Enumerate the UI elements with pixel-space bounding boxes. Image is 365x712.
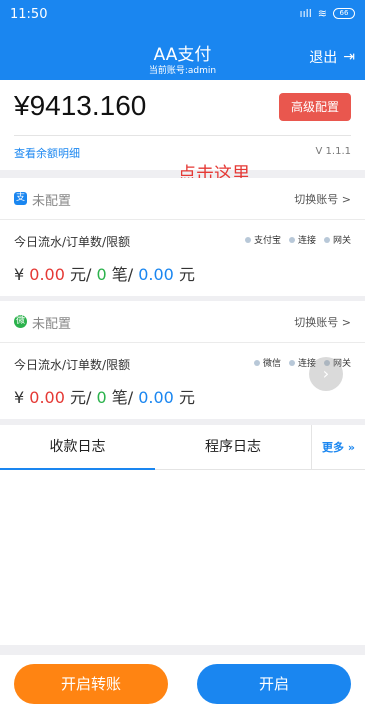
- account-card-alipay: 支 未配置 切换账号 > 今日流水/订单数/限额 支付宝 连接 网关 ¥ 0.0…: [0, 178, 365, 296]
- chip-label: 微信: [262, 359, 281, 369]
- app-header: AA支付 当前账号:admin 退出 ⇥: [0, 30, 365, 80]
- account-header-row: 支 未配置 切换账号 >: [0, 178, 365, 220]
- version-label: V 1.1.1: [315, 146, 351, 157]
- dot-icon: [288, 236, 295, 243]
- account-status: 未配置: [32, 317, 72, 332]
- chip-label: 支付宝: [253, 236, 281, 246]
- chip-label: 网关: [332, 236, 351, 246]
- currency-symbol: ¥: [14, 388, 30, 407]
- divider: [14, 135, 351, 136]
- currency-symbol: ¥: [14, 265, 30, 284]
- logout-button[interactable]: 退出 ⇥: [309, 47, 355, 67]
- dot-icon: [323, 236, 330, 243]
- tab-more-button[interactable]: 更多 »: [311, 425, 365, 470]
- limit-amount: 0.00: [138, 388, 174, 407]
- daily-stats: ¥ 0.00 元/ 0 笔/ 0.00 元: [14, 261, 195, 285]
- balance-card: ¥9413.160 高级配置 查看余额明细 V 1.1.1: [0, 80, 365, 170]
- daily-amount: 0.00: [29, 265, 65, 284]
- switch-account-button[interactable]: 切换账号 >: [294, 314, 351, 330]
- account-header-row: 微 未配置 切换账号 >: [0, 301, 365, 343]
- order-count: 0: [96, 265, 107, 284]
- chip-label: 连接: [297, 236, 316, 246]
- footer-actions: 开启转账 开启: [0, 655, 365, 712]
- amount-unit: 元/: [64, 265, 97, 284]
- dot-icon: [288, 359, 295, 366]
- status-icons: ııll ≋ 66: [300, 7, 355, 20]
- chip-gateway: 网关: [323, 233, 351, 246]
- advanced-config-button[interactable]: 高级配置: [279, 93, 351, 121]
- stats-label: 今日流水/订单数/限额: [14, 358, 131, 372]
- status-time: 11:50: [10, 7, 48, 22]
- dot-icon: [244, 236, 251, 243]
- chip-alipay: 支付宝: [244, 233, 281, 246]
- status-chips: 支付宝 连接 网关: [244, 233, 351, 246]
- logout-icon: ⇥: [343, 49, 355, 65]
- wifi-icon: ≋: [317, 7, 327, 20]
- logout-label: 退出: [309, 50, 338, 66]
- dot-icon: [253, 359, 260, 366]
- balance-amount: ¥9413.160: [14, 90, 147, 121]
- log-content-area: [0, 470, 365, 645]
- limit-unit: 元: [173, 388, 195, 407]
- account-card-wechat: 微 未配置 切换账号 > 今日流水/订单数/限额 微信 连接 网关 ¥ 0.00…: [0, 301, 365, 419]
- chip-connect: 连接: [288, 233, 316, 246]
- floating-action-button[interactable]: ›: [309, 357, 343, 391]
- enable-transfer-button[interactable]: 开启转账: [14, 664, 168, 704]
- start-button[interactable]: 开启: [197, 664, 351, 704]
- chevron-right-icon: ›: [322, 364, 330, 383]
- stats-label: 今日流水/订单数/限额: [14, 235, 131, 249]
- wechat-icon: 微: [14, 315, 27, 328]
- limit-amount: 0.00: [138, 265, 174, 284]
- battery-icon: 66: [333, 8, 355, 19]
- daily-amount: 0.00: [29, 388, 65, 407]
- alipay-icon: 支: [14, 192, 27, 205]
- orders-unit: 笔/: [106, 388, 139, 407]
- daily-stats: ¥ 0.00 元/ 0 笔/ 0.00 元: [14, 384, 195, 408]
- log-tabs: 收款日志 程序日志 更多 »: [0, 425, 365, 470]
- status-bar: 11:50 ııll ≋ 66: [0, 0, 365, 30]
- order-count: 0: [96, 388, 107, 407]
- balance-detail-link[interactable]: 查看余额明细: [14, 145, 80, 161]
- switch-account-button[interactable]: 切换账号 >: [294, 191, 351, 207]
- tab-program-log[interactable]: 程序日志: [155, 425, 311, 470]
- tab-payment-log[interactable]: 收款日志: [0, 425, 155, 470]
- amount-unit: 元/: [64, 388, 97, 407]
- chip-wechat: 微信: [253, 356, 281, 369]
- signal-icon: ııll: [299, 7, 312, 20]
- account-status: 未配置: [32, 194, 72, 209]
- limit-unit: 元: [173, 265, 195, 284]
- orders-unit: 笔/: [106, 265, 139, 284]
